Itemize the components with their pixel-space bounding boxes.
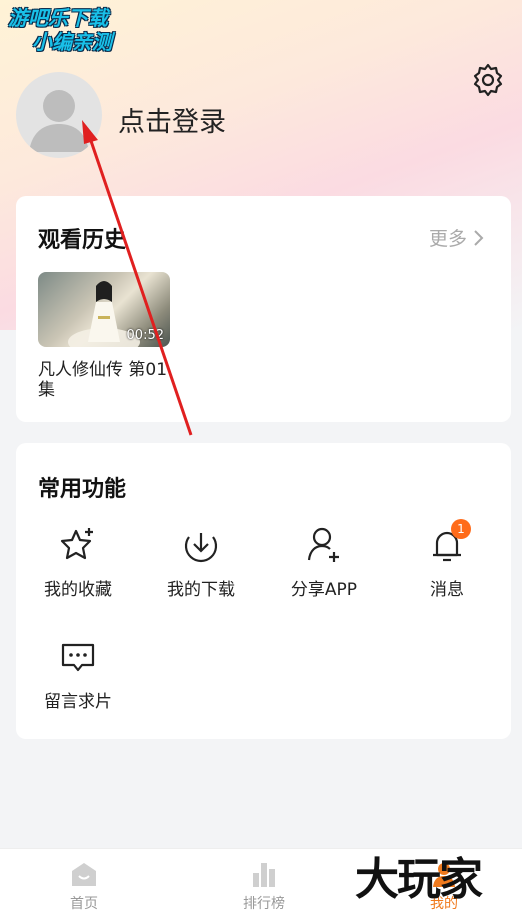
favorites-label: 我的收藏 — [44, 580, 112, 600]
settings-gear-icon[interactable] — [470, 62, 506, 98]
chart-icon — [249, 859, 279, 889]
watermark-logo: 游吧乐下载 小编亲测 — [8, 6, 148, 64]
brand-watermark-logo: 大玩家 — [355, 854, 483, 905]
watermark-line1: 游吧乐下载 — [8, 6, 108, 30]
messages-label: 消息 — [430, 580, 464, 600]
common-functions-title: 常用功能 — [38, 477, 127, 502]
request-movie-button[interactable]: 留言求片 — [28, 637, 128, 712]
bell-icon: 1 — [427, 519, 471, 565]
history-more-label: 更多 — [428, 228, 467, 250]
avatar[interactable] — [16, 72, 102, 158]
common-functions-card: 常用功能 我的收藏 我的下载 分享APP 1 消息 留言求片 — [16, 443, 511, 739]
message-icon — [58, 637, 98, 677]
download-icon — [181, 525, 221, 565]
watch-history-card: 观看历史 更多 00:52 凡人修仙传 第01集 — [16, 196, 511, 422]
login-button[interactable]: 点击登录 — [118, 100, 226, 139]
history-item-thumbnail[interactable]: 00:52 — [38, 272, 170, 347]
favorites-button[interactable]: 我的收藏 — [28, 525, 128, 600]
chevron-right-icon — [474, 229, 484, 246]
downloads-button[interactable]: 我的下载 — [151, 525, 251, 600]
tab-ranking[interactable]: 排行榜 — [214, 859, 314, 913]
request-movie-label: 留言求片 — [44, 692, 112, 712]
share-app-button[interactable]: 分享APP — [274, 525, 374, 600]
tab-ranking-label: 排行榜 — [243, 896, 285, 912]
add-user-icon — [304, 525, 344, 565]
home-icon — [69, 859, 99, 889]
tab-home-label: 首页 — [70, 896, 98, 912]
star-icon — [58, 525, 98, 565]
history-item-title[interactable]: 凡人修仙传 第01集 — [38, 360, 178, 400]
watermark-line2: 小编亲测 — [32, 30, 112, 54]
watch-history-title: 观看历史 — [38, 228, 127, 253]
messages-button[interactable]: 1 消息 — [397, 519, 497, 600]
share-app-label: 分享APP — [290, 580, 358, 600]
tab-home[interactable]: 首页 — [34, 859, 134, 913]
message-count-badge: 1 — [451, 519, 471, 539]
history-item-duration: 00:52 — [126, 328, 164, 343]
downloads-label: 我的下载 — [167, 580, 235, 600]
history-more-link[interactable]: 更多 — [429, 224, 485, 251]
